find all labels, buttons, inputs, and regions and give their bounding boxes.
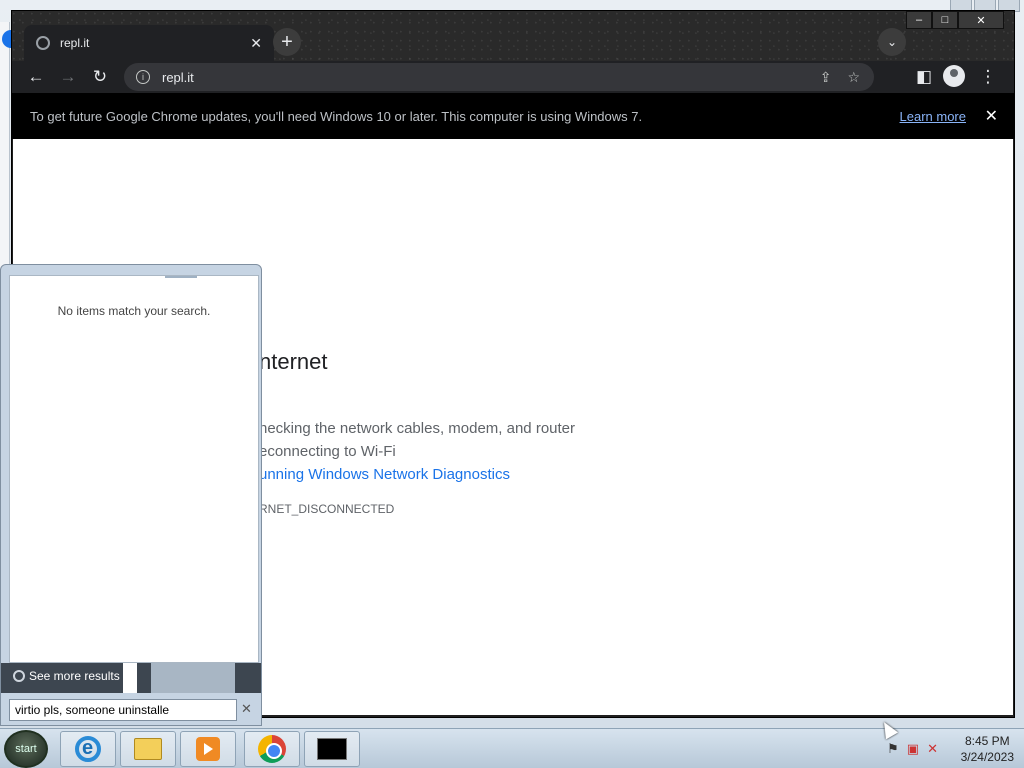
system-tray: ⚑ ▣ ✕ [887,741,938,757]
internet-explorer-icon [75,736,101,762]
start-menu-bottom-bar: See more results [1,663,261,693]
divider [151,663,235,693]
globe-icon [36,36,50,50]
start-menu: No items match your search. See more res… [0,264,262,726]
clear-search-icon[interactable]: ✕ [241,701,252,717]
infobar-message: To get future Google Chrome updates, you… [30,108,643,124]
clock[interactable]: 8:45 PM 3/24/2023 [961,733,1014,765]
close-window-button[interactable]: ✕ [958,11,1004,29]
address-bar-actions: ⇪ ☆ [820,63,860,91]
no-results-text: No items match your search. [57,304,211,318]
title-bar[interactable]: – □ ✕ repl.it ✕ + ⌄ [12,11,1014,61]
share-icon[interactable]: ⇪ [820,69,832,86]
url-text[interactable]: repl.it [162,70,194,85]
see-more-results-link[interactable]: See more results [13,669,120,683]
error-suggestions: hecking the network cables, modem, and r… [259,417,575,486]
divider [123,663,137,693]
learn-more-link[interactable]: Learn more [900,109,966,124]
taskbar-chrome[interactable] [244,731,300,767]
side-panel-icon[interactable]: ◧ [912,65,936,89]
volume-muted-icon[interactable]: ✕ [927,741,938,757]
profile-avatar[interactable] [943,65,965,87]
scroll-indicator [165,276,197,278]
error-code: RNET_DISCONNECTED [259,502,395,516]
menu-icon[interactable]: ⋮ [976,65,1000,89]
update-infobar: To get future Google Chrome updates, you… [12,93,1014,139]
clock-time: 8:45 PM [964,734,1010,748]
see-more-label: See more results [29,669,120,683]
new-tab-button[interactable]: + [273,28,301,56]
forward-button[interactable]: → [56,65,80,89]
clock-date: 3/24/2023 [960,750,1014,764]
tab-search-button[interactable]: ⌄ [878,28,906,56]
reload-button[interactable]: ↻ [88,65,112,89]
maximize-button[interactable]: □ [932,11,958,29]
network-icon[interactable]: ▣ [907,741,919,757]
tab-title: repl.it [60,36,90,50]
taskbar-media-player[interactable] [180,731,236,767]
search-icon [13,670,25,682]
site-info-icon[interactable]: i [136,70,150,84]
search-results-pane: No items match your search. [9,275,259,663]
suggestion-item: econnecting to Wi-Fi [259,443,396,460]
taskbar-file-explorer[interactable] [120,731,176,767]
back-button[interactable]: ← [24,65,48,89]
tab-repl[interactable]: repl.it ✕ [24,25,274,61]
suggestion-item: hecking the network cables, modem, and r… [259,420,576,437]
start-button[interactable]: start [4,730,48,768]
taskbar-internet-explorer[interactable] [60,731,116,767]
tab-close-icon[interactable]: ✕ [250,35,262,52]
folder-icon [134,738,162,760]
start-search-input[interactable]: virtio pls, someone uninstalle [9,699,237,721]
flag-icon[interactable]: ⚑ [887,741,899,757]
command-prompt-icon [317,738,347,760]
address-bar[interactable]: i repl.it ⇪ ☆ [124,63,874,91]
chrome-icon [258,735,286,763]
error-title: nternet [259,349,328,374]
taskbar-command-prompt[interactable] [304,731,360,767]
minimize-button[interactable]: – [906,11,932,29]
infobar-close-icon[interactable]: ✕ [985,106,998,126]
network-diagnostics-link[interactable]: unning Windows Network Diagnostics [259,463,575,486]
taskbar: start ⚑ ▣ ✕ 8:45 PM 3/24/2023 [0,728,1024,768]
media-player-icon [196,737,220,761]
browser-toolbar: ← → ↻ i repl.it ⇪ ☆ ◧ ⋮ [12,61,1014,93]
window-controls: – □ ✕ [906,11,1004,29]
bookmark-star-icon[interactable]: ☆ [847,69,860,86]
